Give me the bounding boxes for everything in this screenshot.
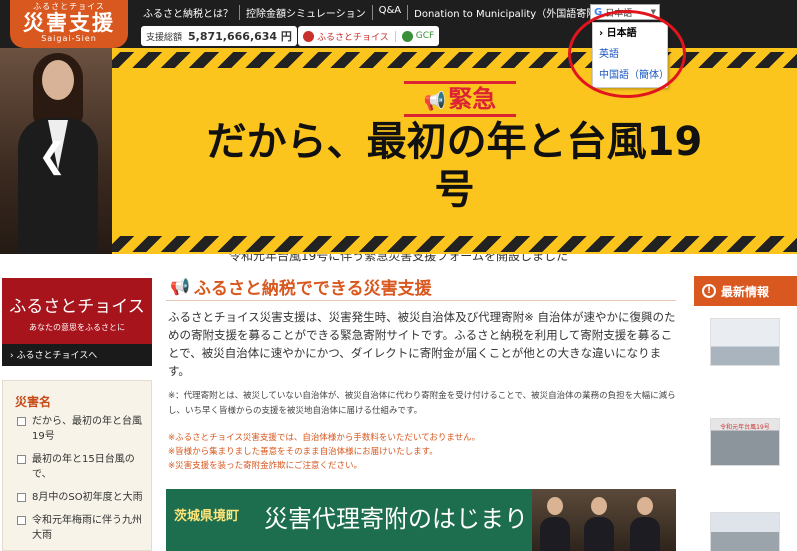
disaster-item-label: だから、最初の年と台風19号 bbox=[32, 416, 142, 442]
disaster-item-label: 最初の年と15日台風ので、 bbox=[32, 454, 135, 480]
disaster-item[interactable]: 最初の年と15日台風ので、 bbox=[17, 452, 147, 482]
news-ticker[interactable]: 令和元年台風19号に伴う緊急災害支援フォームを開設しました bbox=[0, 254, 797, 266]
warning-note: ※皆様から集まりました善意をそのまま自治体様にお届けいたします。 bbox=[168, 447, 438, 457]
disaster-item[interactable]: だから、最初の年と台風19号 bbox=[17, 414, 147, 444]
hero-headline-line1: だから、最初の年と台風19 bbox=[206, 119, 703, 165]
nav-link-qa[interactable]: Q&A bbox=[371, 5, 408, 20]
news-thumbnail-caption: 令和元年台風19号 bbox=[720, 424, 770, 431]
promo-place: 茨城県境町 bbox=[174, 509, 240, 524]
latest-news: ! 最新情報 令和元年台風19号 bbox=[694, 276, 797, 551]
slider-prev-icon[interactable]: ❮ bbox=[38, 136, 67, 176]
promo-title: 災害代理寄附のはじまり bbox=[264, 505, 528, 533]
hazard-stripes-bottom bbox=[112, 236, 797, 252]
proxy-donation-note: ※：代理寄附とは、被災していない自治体が、被災自治体に代わり寄附金を受け付けるこ… bbox=[168, 391, 676, 416]
news-thumbnail[interactable] bbox=[710, 512, 780, 551]
megaphone-icon: 📢 bbox=[170, 277, 190, 296]
gcf-label: GCF bbox=[415, 31, 435, 41]
emergency-banner[interactable]: 📢緊急 だから、最初の年と台風19 号 bbox=[112, 48, 797, 254]
checkbox[interactable] bbox=[17, 516, 26, 525]
section-title-text: ふるさと納税でできる災害支援 bbox=[193, 279, 432, 299]
furusato-card-tagline: あなたの意思をふるさとに bbox=[29, 323, 125, 332]
nav-link-simulation[interactable]: 控除金額シミュレーション bbox=[239, 5, 372, 20]
section-description: ふるさとチョイス災害支援は、災害発生時、被災自治体及び代理寄附※ 自治体が速やか… bbox=[168, 310, 676, 378]
disaster-item[interactable]: 令和元年梅雨に伴う九州大雨 bbox=[17, 513, 147, 543]
hero-headline: だから、最初の年と台風19 号 bbox=[112, 118, 797, 214]
disaster-item[interactable]: 8月中のSO初年度と大雨 bbox=[17, 490, 147, 505]
disaster-item-label: 令和元年梅雨に伴う九州大雨 bbox=[32, 515, 142, 541]
hero-slider: ❮ 📢緊急 だから、最初の年と台風19 号 bbox=[0, 48, 797, 254]
megaphone-icon: 📢 bbox=[423, 91, 447, 112]
checkbox[interactable] bbox=[17, 417, 26, 426]
photo-person bbox=[540, 497, 570, 551]
photo-person bbox=[630, 497, 660, 551]
photo-person bbox=[584, 497, 614, 551]
section-title: 📢 ふるさと納税でできる災害支援 bbox=[170, 274, 432, 299]
furusato-choice-label: ふるさとチョイス bbox=[317, 32, 389, 43]
latest-news-header: ! 最新情報 bbox=[694, 276, 797, 306]
hero-headline-line2: 号 bbox=[434, 167, 475, 213]
disaster-filter: 災害名 だから、最初の年と台風19号 最初の年と15日台風ので、 8月中のSO初… bbox=[2, 380, 152, 551]
promo-banner[interactable]: 茨城県境町 災害代理寄附のはじまり bbox=[166, 489, 676, 551]
furusato-choice-card[interactable]: ふるさとチョイス あなたの意思をふるさとに › ふるさとチョイスへ bbox=[2, 278, 152, 366]
gcf-icon bbox=[401, 30, 413, 42]
photo-face bbox=[42, 60, 74, 100]
section-divider bbox=[166, 300, 676, 301]
disaster-item-label: 8月中のSO初年度と大雨 bbox=[32, 492, 143, 503]
disaster-list: だから、最初の年と台風19号 最初の年と15日台風ので、 8月中のSO初年度と大… bbox=[17, 414, 147, 551]
gcf-link[interactable]: GCF bbox=[394, 30, 435, 42]
urgent-badge: 📢緊急 bbox=[404, 81, 516, 117]
disaster-filter-title: 災害名 bbox=[15, 395, 52, 409]
promo-photo bbox=[532, 489, 676, 551]
support-total: 支援総額 5,871,666,634 円 bbox=[141, 26, 297, 46]
logo-sub-text: Saigai-Sien bbox=[41, 34, 97, 43]
support-total-label: 支援総額 bbox=[146, 32, 183, 43]
warning-note: ※ふるさとチョイス災害支援では、自治体様から手数料をいただいておりません。 bbox=[168, 433, 481, 443]
furusato-choice-link[interactable]: ふるさとチョイス bbox=[303, 30, 389, 43]
site-logo[interactable]: ふるさとチョイス 災害支援 Saigai-Sien bbox=[10, 0, 128, 48]
warning-note: ※災害支援を装った寄附金詐欺にご注意ください。 bbox=[168, 461, 362, 471]
checkbox[interactable] bbox=[17, 493, 26, 502]
info-icon: ! bbox=[702, 284, 716, 298]
hazard-stripes-top bbox=[112, 52, 797, 68]
urgent-label: 緊急 bbox=[448, 85, 497, 113]
furusato-card-banner: ふるさとチョイス あなたの意思をふるさとに bbox=[2, 278, 152, 344]
highlight-circle bbox=[568, 10, 686, 98]
furusato-choice-icon bbox=[303, 30, 314, 42]
partner-links: ふるさとチョイス GCF bbox=[298, 26, 440, 46]
support-total-value: 5,871,666,634 円 bbox=[188, 30, 292, 43]
hero-side-photo: ❮ bbox=[0, 48, 112, 254]
latest-news-title: 最新情報 bbox=[721, 284, 770, 299]
logo-main-text: 災害支援 bbox=[23, 11, 115, 35]
main-content: 📢 ふるさと納税でできる災害支援 ふるさとチョイス災害支援は、災害発生時、被災自… bbox=[160, 266, 680, 551]
checkbox[interactable] bbox=[17, 455, 26, 464]
news-thumbnail[interactable] bbox=[710, 318, 780, 366]
furusato-card-title: ふるさとチョイス bbox=[9, 297, 145, 317]
furusato-card-link[interactable]: › ふるさとチョイスへ bbox=[10, 348, 97, 361]
news-thumbnail[interactable]: 令和元年台風19号 bbox=[710, 418, 780, 466]
top-nav: ふるさと納税とは？ 控除金額シミュレーション Q&A Donation to M… bbox=[143, 5, 632, 20]
warning-notes: ※ふるさとチョイス災害支援では、自治体様から手数料をいただいておりません。 ※皆… bbox=[168, 431, 678, 473]
nav-link-about[interactable]: ふるさと納税とは？ bbox=[143, 5, 239, 20]
